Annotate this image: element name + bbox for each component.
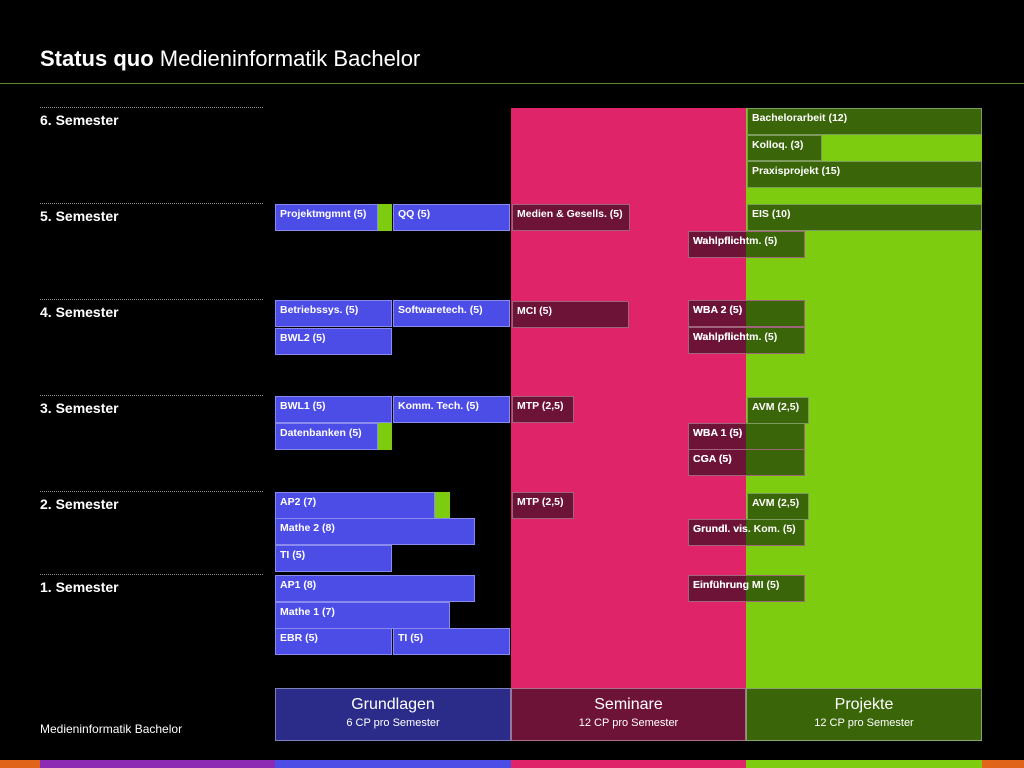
module-mathe1: Mathe 1 (7) <box>275 602 450 629</box>
module-wahlpflicht-5-label: Wahlpflichtm. (5) <box>693 235 778 247</box>
module-grundl-vis-kom-label: Grundl. vis. Kom. (5) <box>693 523 796 535</box>
semester-divider <box>40 491 263 492</box>
color-bar-green <box>746 760 982 768</box>
module-marker <box>378 423 392 450</box>
module-marker <box>378 204 392 231</box>
footer-label: Medieninformatik Bachelor <box>40 722 183 736</box>
category-title: Grundlagen <box>351 696 435 713</box>
semester-divider <box>40 203 263 204</box>
color-bar-orange-right <box>982 760 1024 768</box>
module-ti-1: TI (5) <box>393 628 510 655</box>
category-seminare: Seminare 12 CP pro Semester <box>511 688 746 741</box>
category-subtitle: 12 CP pro Semester <box>578 717 679 729</box>
semester-label: 4. Semester <box>40 304 119 320</box>
module-marker <box>435 492 450 519</box>
module-betriebssys: Betriebssys. (5) <box>275 300 392 327</box>
module-bachelorarbeit: Bachelorarbeit (12) <box>747 108 982 135</box>
module-wba1-label: WBA 1 (5) <box>693 427 743 439</box>
semester-divider <box>40 107 263 108</box>
module-ti-2: TI (5) <box>275 545 392 572</box>
module-kolloq: Kolloq. (3) <box>747 135 822 161</box>
module-qq: QQ (5) <box>393 204 510 231</box>
module-avm-2: AVM (2,5) <box>747 493 809 520</box>
category-projekte: Projekte 12 CP pro Semester <box>746 688 982 741</box>
module-datenbanken: Datenbanken (5) <box>275 423 378 450</box>
category-title: Seminare <box>594 696 663 713</box>
module-mci: MCI (5) <box>512 301 629 328</box>
color-bar-orange <box>0 760 40 768</box>
module-mathe2: Mathe 2 (8) <box>275 518 475 545</box>
color-bar-blue <box>275 760 511 768</box>
title-divider <box>0 83 1024 84</box>
module-avm-3: AVM (2,5) <box>747 397 809 424</box>
category-title: Projekte <box>834 696 894 713</box>
category-subtitle: 6 CP pro Semester <box>346 717 440 729</box>
semester-label: 6. Semester <box>40 112 119 128</box>
module-medien-gesells: Medien & Gesells. (5) <box>512 204 630 231</box>
semester-divider <box>40 574 263 575</box>
semester-divider <box>40 299 263 300</box>
page-title: Status quo Medieninformatik Bachelor <box>40 46 421 71</box>
module-bwl1: BWL1 (5) <box>275 396 392 423</box>
module-mtp-3: MTP (2,5) <box>512 396 574 423</box>
color-bar-purple <box>40 760 275 768</box>
semester-label: 3. Semester <box>40 400 119 416</box>
module-kommtech: Komm. Tech. (5) <box>393 396 510 423</box>
semester-label: 5. Semester <box>40 208 119 224</box>
semester-label: 2. Semester <box>40 496 119 512</box>
category-grundlagen: Grundlagen 6 CP pro Semester <box>275 688 511 741</box>
module-praxisprojekt: Praxisprojekt (15) <box>747 161 982 188</box>
module-cga-label: CGA (5) <box>693 453 732 465</box>
module-eis: EIS (10) <box>747 204 982 231</box>
module-einfuehrung-mi-label: Einführung MI (5) <box>693 579 780 591</box>
module-ap2: AP2 (7) <box>275 492 435 519</box>
module-softwaretech: Softwaretech. (5) <box>393 300 510 327</box>
module-projektmgmnt: Projektmgmnt (5) <box>275 204 378 231</box>
module-ap1: AP1 (8) <box>275 575 475 602</box>
module-wba2-label: WBA 2 (5) <box>693 304 743 316</box>
semester-label: 1. Semester <box>40 579 119 595</box>
module-ebr: EBR (5) <box>275 628 392 655</box>
semester-divider <box>40 395 263 396</box>
category-subtitle: 12 CP pro Semester <box>814 717 914 729</box>
module-mtp-2: MTP (2,5) <box>512 492 574 519</box>
color-bar-pink <box>511 760 746 768</box>
module-bwl2: BWL2 (5) <box>275 328 392 355</box>
module-wahlpflicht-4-label: Wahlpflichtm. (5) <box>693 331 778 343</box>
